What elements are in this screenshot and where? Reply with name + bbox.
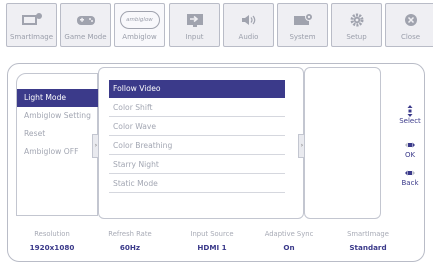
gamepad-icon bbox=[61, 10, 110, 30]
back-arrow-icon bbox=[392, 167, 428, 179]
status-label: Resolution bbox=[34, 230, 70, 238]
tab-input[interactable]: Input bbox=[169, 3, 220, 47]
smartimage-icon bbox=[7, 10, 56, 30]
status-label: SmartImage bbox=[347, 230, 389, 238]
tab-system[interactable]: System bbox=[277, 3, 328, 47]
tab-close[interactable]: Close bbox=[385, 3, 433, 47]
system-icon bbox=[278, 10, 327, 30]
detail-pane bbox=[304, 67, 381, 219]
ok-arrow-icon bbox=[392, 139, 428, 151]
status-value: HDMI 1 bbox=[197, 243, 227, 252]
tab-label: Setup bbox=[346, 33, 367, 41]
select-label: Select bbox=[399, 117, 421, 125]
status-refresh-rate: Refresh Rate 60Hz bbox=[90, 230, 170, 252]
submenu-light-mode: Follow Video Color Shift Color Wave Colo… bbox=[98, 67, 304, 219]
select-control[interactable]: Select bbox=[392, 105, 428, 125]
ok-label: OK bbox=[404, 151, 416, 159]
option-starry-night[interactable]: Starry Night bbox=[109, 156, 285, 174]
status-value: 60Hz bbox=[119, 243, 141, 252]
option-color-breathing[interactable]: Color Breathing bbox=[109, 137, 285, 155]
back-label: Back bbox=[401, 179, 419, 187]
status-label: Adaptive Sync bbox=[264, 230, 314, 238]
tab-setup[interactable]: Setup bbox=[331, 3, 382, 47]
speaker-icon bbox=[224, 10, 273, 30]
updown-icon bbox=[392, 105, 428, 117]
tab-label: Game Mode bbox=[64, 33, 107, 41]
tab-smartimage[interactable]: SmartImage bbox=[6, 3, 57, 47]
osd-panel: Light Mode Ambiglow Setting Reset Ambigl… bbox=[7, 63, 425, 262]
tab-label: System bbox=[289, 33, 316, 41]
status-adaptive-sync: Adaptive Sync On bbox=[249, 230, 329, 252]
top-tab-bar: SmartImage Game Mode ambiglow Ambiglow I… bbox=[6, 3, 433, 50]
tab-label: Close bbox=[400, 33, 421, 41]
status-value: Standard bbox=[349, 243, 387, 252]
back-control[interactable]: Back bbox=[392, 167, 428, 187]
status-label: Refresh Rate bbox=[108, 230, 152, 238]
status-label: Input Source bbox=[190, 230, 234, 238]
option-follow-video[interactable]: Follow Video bbox=[109, 80, 285, 98]
input-icon bbox=[170, 10, 219, 30]
option-static-mode[interactable]: Static Mode bbox=[109, 175, 285, 193]
ambiglow-icon: ambiglow bbox=[115, 10, 164, 30]
status-input-source: Input Source HDMI 1 bbox=[172, 230, 252, 252]
status-value: 1920x1080 bbox=[29, 243, 75, 252]
status-resolution: Resolution 1920x1080 bbox=[12, 230, 92, 252]
ok-control[interactable]: OK bbox=[392, 139, 428, 159]
tab-label: Ambiglow bbox=[122, 33, 157, 41]
left-menu: Light Mode Ambiglow Setting Reset Ambigl… bbox=[16, 73, 98, 216]
ambiglow-logo-text: ambiglow bbox=[119, 11, 160, 29]
close-icon bbox=[386, 10, 433, 30]
tab-label: SmartImage bbox=[9, 33, 54, 41]
tab-ambiglow[interactable]: ambiglow Ambiglow bbox=[114, 3, 165, 47]
option-color-wave[interactable]: Color Wave bbox=[109, 118, 285, 136]
tab-label: Input bbox=[185, 33, 204, 41]
tab-audio[interactable]: Audio bbox=[223, 3, 274, 47]
menu-item-reset[interactable]: Reset bbox=[17, 125, 98, 143]
status-smartimage: SmartImage Standard bbox=[328, 230, 408, 252]
menu-item-light-mode[interactable]: Light Mode bbox=[17, 89, 98, 107]
gear-icon bbox=[332, 10, 381, 30]
tab-game-mode[interactable]: Game Mode bbox=[60, 3, 111, 47]
tab-label: Audio bbox=[238, 33, 259, 41]
menu-item-ambiglow-off[interactable]: Ambiglow OFF bbox=[17, 143, 98, 161]
status-value: On bbox=[283, 243, 295, 252]
menu-item-ambiglow-setting[interactable]: Ambiglow Setting bbox=[17, 107, 98, 125]
option-color-shift[interactable]: Color Shift bbox=[109, 99, 285, 117]
